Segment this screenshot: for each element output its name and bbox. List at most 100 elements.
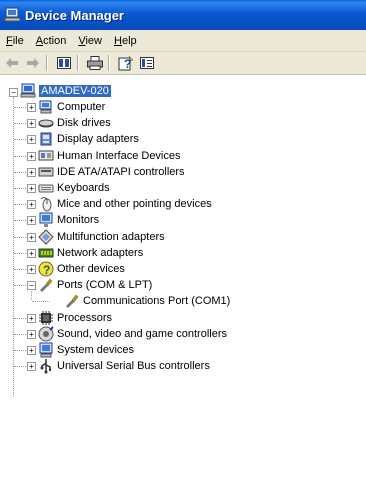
tree-item-label: Communications Port (COM1) (83, 295, 231, 307)
network-adapter-icon (38, 245, 54, 261)
expand-toggle-universal-serial-bus-controllers[interactable]: + (27, 362, 36, 371)
tree-item-other-devices[interactable]: ? Other devices (38, 261, 125, 277)
tree-item-processors[interactable]: Processors (38, 310, 112, 326)
expand-toggle-ide-ata-atapi-controllers[interactable]: + (27, 168, 36, 177)
tree-item-label: Human Interface Devices (57, 150, 181, 162)
expand-toggle-sound-video-and-game-controllers[interactable]: + (27, 330, 36, 339)
expand-toggle-ports-com-lpt[interactable]: − (27, 281, 36, 290)
print-icon (87, 56, 103, 70)
keyboard-icon (38, 180, 54, 196)
tree-line (14, 204, 26, 206)
print-button[interactable] (86, 54, 104, 72)
tree-item-label: Display adapters (57, 133, 139, 145)
tree-root[interactable]: AMADEV-020 (20, 83, 111, 99)
menu-file[interactable]: File (0, 35, 30, 47)
view-icon (140, 57, 154, 69)
tree-line (14, 220, 26, 222)
menu-help[interactable]: Help (108, 35, 143, 47)
port-icon (38, 277, 54, 293)
tree-item-ports-com-lpt[interactable]: Ports (COM & LPT) (38, 277, 152, 293)
expand-toggle-system-devices[interactable]: + (27, 346, 36, 355)
tree-item-disk-drives[interactable]: Disk drives (38, 115, 111, 131)
tree-item-network-adapters[interactable]: Network adapters (38, 245, 143, 261)
tree-item-label: Processors (57, 312, 113, 324)
tree-line (14, 334, 26, 336)
tree-item-multifunction-adapters[interactable]: Multifunction adapters (38, 229, 165, 245)
tree-line (13, 97, 15, 397)
tree-item-universal-serial-bus-controllers[interactable]: Universal Serial Bus controllers (38, 358, 210, 374)
svg-text:?: ? (43, 263, 50, 277)
menu-view[interactable]: View (72, 35, 108, 47)
device-tree[interactable]: − AMADEV-020 Computer Disk drives Display … (0, 75, 366, 485)
expand-toggle-human-interface-devices[interactable]: + (27, 152, 36, 161)
expand-toggle-multifunction-adapters[interactable]: + (27, 233, 36, 242)
back-button[interactable] (3, 54, 21, 72)
properties-button[interactable] (55, 54, 73, 72)
tree-line (14, 139, 26, 141)
device-manager-icon (4, 7, 21, 23)
system-devices-icon (38, 342, 54, 358)
display-adapter-icon (38, 131, 54, 147)
sound-icon (38, 326, 54, 342)
view-button[interactable] (138, 54, 156, 72)
forward-icon (27, 58, 39, 68)
tree-item-display-adapters[interactable]: Display adapters (38, 131, 139, 147)
tree-item-label: Computer (57, 101, 106, 113)
tree-line (14, 285, 26, 287)
title-bar[interactable]: Device Manager (0, 0, 366, 30)
tree-item-label: System devices (57, 344, 135, 356)
mouse-icon (38, 196, 54, 212)
monitor-icon (38, 212, 54, 228)
tree-item-computer[interactable]: Computer (38, 99, 105, 115)
tree-item-ide-ata-atapi-controllers[interactable]: IDE ATA/ATAPI controllers (38, 164, 185, 180)
tree-line (14, 107, 26, 109)
tree-item-label: Keyboards (57, 182, 110, 194)
tree-item-label: Ports (COM & LPT) (57, 279, 153, 291)
help-icon: ? (118, 55, 134, 71)
tree-item-label: Monitors (57, 214, 100, 226)
tree-item-monitors[interactable]: Monitors (38, 212, 99, 228)
tree-item-system-devices[interactable]: System devices (38, 342, 134, 358)
expand-toggle-network-adapters[interactable]: + (27, 249, 36, 258)
tree-item-label: IDE ATA/ATAPI controllers (57, 166, 185, 178)
expand-toggle-mice-and-other-pointing-devices[interactable]: + (27, 200, 36, 209)
expand-toggle-monitors[interactable]: + (27, 216, 36, 225)
tree-line (14, 366, 26, 368)
tree-item-label: Network adapters (57, 247, 144, 259)
toolbar-separator (46, 55, 48, 71)
tree-line (14, 269, 26, 271)
tree-item-label: Multifunction adapters (57, 231, 165, 243)
menu-action[interactable]: Action (30, 35, 73, 47)
port-icon (64, 293, 80, 309)
multifunction-icon (38, 229, 54, 245)
window-title: Device Manager (25, 7, 124, 23)
menu-bar: File Action View Help (0, 30, 366, 52)
expand-toggle-processors[interactable]: + (27, 314, 36, 323)
tree-item-sound-video-and-game-controllers[interactable]: Sound, video and game controllers (38, 326, 227, 342)
hid-icon (38, 148, 54, 164)
toolbar: ? (0, 52, 366, 75)
tree-item-mice-and-other-pointing-devices[interactable]: Mice and other pointing devices (38, 196, 212, 212)
computer-icon (38, 99, 54, 115)
usb-icon (38, 358, 54, 374)
other-devices-icon: ? (38, 261, 54, 277)
expand-toggle-other-devices[interactable]: + (27, 265, 36, 274)
expand-toggle-display-adapters[interactable]: + (27, 135, 36, 144)
tree-item-keyboards[interactable]: Keyboards (38, 180, 110, 196)
root-label: AMADEV-020 (39, 85, 111, 97)
root-collapse-toggle[interactable]: − (9, 88, 18, 97)
tree-line (32, 301, 50, 303)
tree-item-communications-port-com1[interactable]: Communications Port (COM1) (64, 293, 230, 309)
processor-icon (38, 310, 54, 326)
expand-toggle-computer[interactable]: + (27, 103, 36, 112)
tree-line (14, 188, 26, 190)
forward-button[interactable] (24, 54, 42, 72)
tree-line (14, 350, 26, 352)
expand-toggle-disk-drives[interactable]: + (27, 119, 36, 128)
tree-item-label: Sound, video and game controllers (57, 328, 227, 340)
expand-toggle-keyboards[interactable]: + (27, 184, 36, 193)
help-button[interactable]: ? (117, 54, 135, 72)
tree-item-human-interface-devices[interactable]: Human Interface Devices (38, 148, 181, 164)
tree-line (14, 253, 26, 255)
tree-item-label: Mice and other pointing devices (57, 198, 212, 210)
